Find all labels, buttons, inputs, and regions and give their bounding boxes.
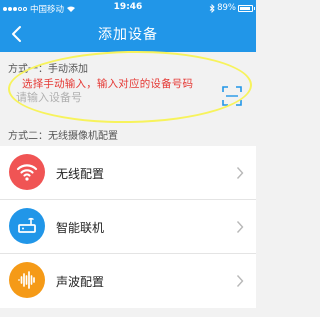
menu-item-label: 智能联机 [56, 221, 105, 235]
sound-wave-icon [9, 262, 45, 298]
menu-item-sound-config[interactable]: 声波配置 [0, 254, 256, 308]
page-title: 添加设备 [98, 27, 158, 43]
battery-percent: 89% [217, 3, 236, 13]
bottom-spacer [0, 308, 256, 317]
scan-button[interactable] [220, 84, 244, 108]
menu-item-wireless-config[interactable]: 无线配置 [0, 146, 256, 200]
status-right: 89% [209, 3, 255, 13]
scan-icon [222, 86, 242, 106]
menu-item-label: 声波配置 [56, 275, 105, 289]
bluetooth-icon [209, 3, 215, 13]
chevron-right-icon [236, 221, 244, 233]
status-bar: 中国移动 19:46 89% [0, 0, 256, 16]
method1-label: 方式一：手动添加 [8, 64, 88, 75]
menu-item-label: 无线配置 [56, 167, 105, 181]
chevron-right-icon [236, 167, 244, 179]
menu-item-smart-connect[interactable]: 智能联机 [0, 200, 256, 254]
method2-label: 方式二：无线摄像机配置 [8, 131, 118, 142]
battery-icon [238, 4, 255, 12]
app-header: 中国移动 19:46 89% 添加设备 [0, 0, 256, 52]
wireless-config-list: 无线配置 智能联机 声波配置 [0, 146, 256, 308]
wifi-icon [9, 154, 45, 190]
annotation-text: 选择手动输入，输入对应的设备号码 [22, 78, 194, 90]
chevron-right-icon [236, 275, 244, 287]
router-icon [9, 208, 45, 244]
